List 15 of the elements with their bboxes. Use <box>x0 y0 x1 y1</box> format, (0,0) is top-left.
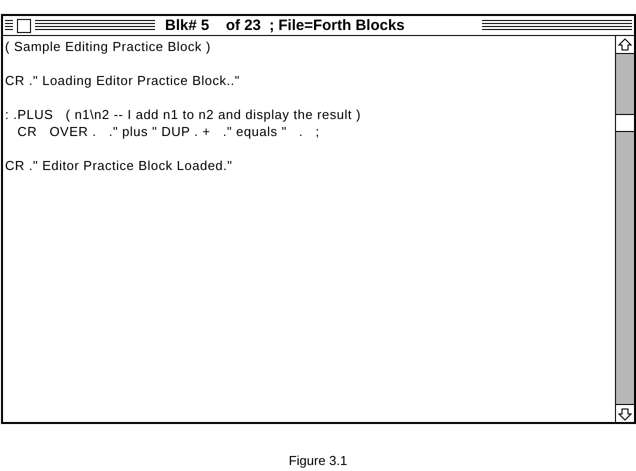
code-line: CR ." Loading Editor Practice Block.." <box>5 72 240 89</box>
code-line: CR ." Editor Practice Block Loaded." <box>5 157 232 174</box>
vertical-scrollbar[interactable] <box>615 36 634 422</box>
scroll-up-button[interactable] <box>616 36 634 54</box>
scroll-down-button[interactable] <box>616 404 634 422</box>
window-title: Blk# 5 of 23 ; File=Forth Blocks <box>164 18 406 33</box>
figure-caption: Figure 3.1 <box>288 452 348 470</box>
up-arrow-icon <box>618 38 632 52</box>
scroll-thumb[interactable] <box>616 114 634 132</box>
close-box[interactable] <box>17 18 31 32</box>
code-line: ( Sample Editing Practice Block ) <box>5 38 211 55</box>
title-bar-stripes <box>5 20 13 32</box>
down-arrow-icon <box>618 406 632 420</box>
code-line: : .PLUS ( n1\n2 -- I add n1 to n2 and display the result ) <box>5 106 361 123</box>
code-line: CR OVER . ." plus " DUP . + ." equals " . ; <box>16 123 320 140</box>
